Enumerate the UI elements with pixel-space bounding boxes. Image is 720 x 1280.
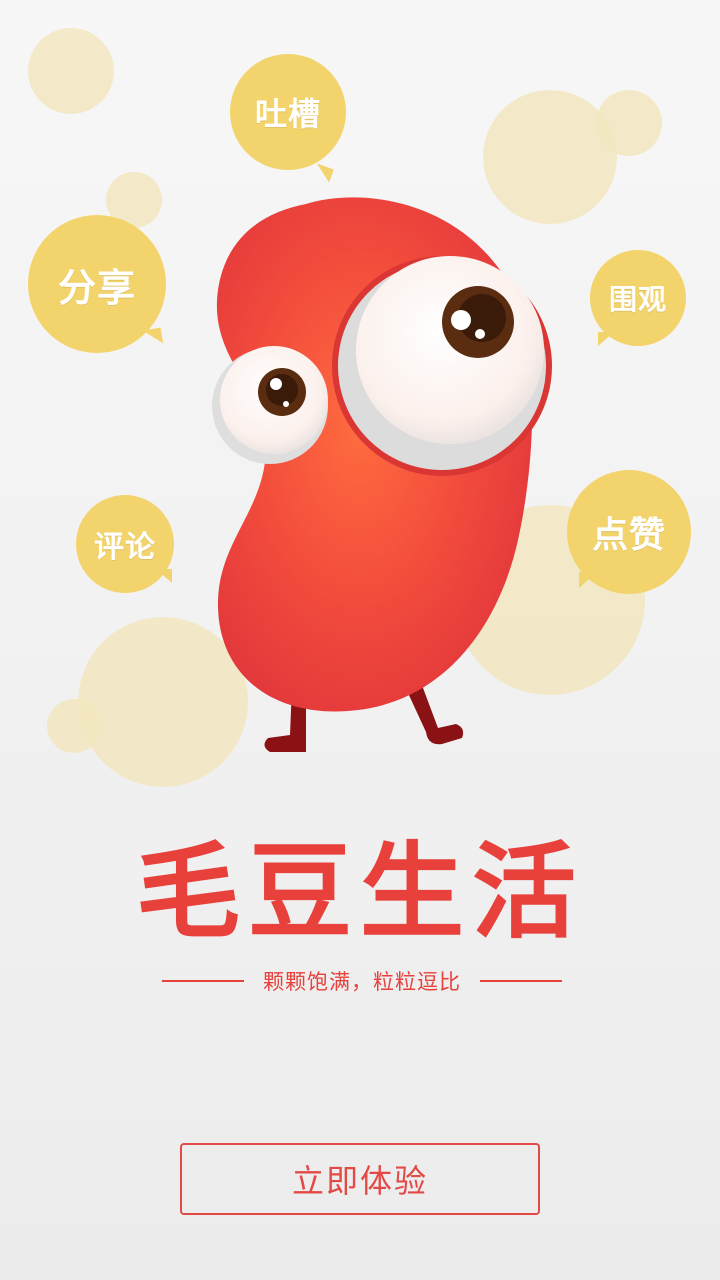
brand-title: 毛豆生活 [135, 831, 584, 953]
bubble-pinglun: 评论 [76, 495, 174, 593]
tagline-divider-left [162, 980, 244, 982]
bubble-fenxiang: 分享 [28, 215, 166, 353]
decor-circle [596, 90, 662, 156]
bubble-tucao: 吐槽 [230, 54, 346, 170]
bubble-weiguan: 围观 [590, 250, 686, 346]
bubble-dianzan: 点赞 [567, 470, 691, 594]
decor-circle [28, 28, 114, 114]
try-now-button[interactable]: 立即体验 [180, 1143, 540, 1215]
decor-circle [47, 699, 101, 753]
tagline-row: 颗颗饱满，粒粒逗比 [162, 965, 562, 997]
tagline-divider-right [480, 980, 562, 982]
brand-tagline: 颗颗饱满，粒粒逗比 [263, 970, 461, 994]
bean-mascot-icon [212, 197, 552, 752]
